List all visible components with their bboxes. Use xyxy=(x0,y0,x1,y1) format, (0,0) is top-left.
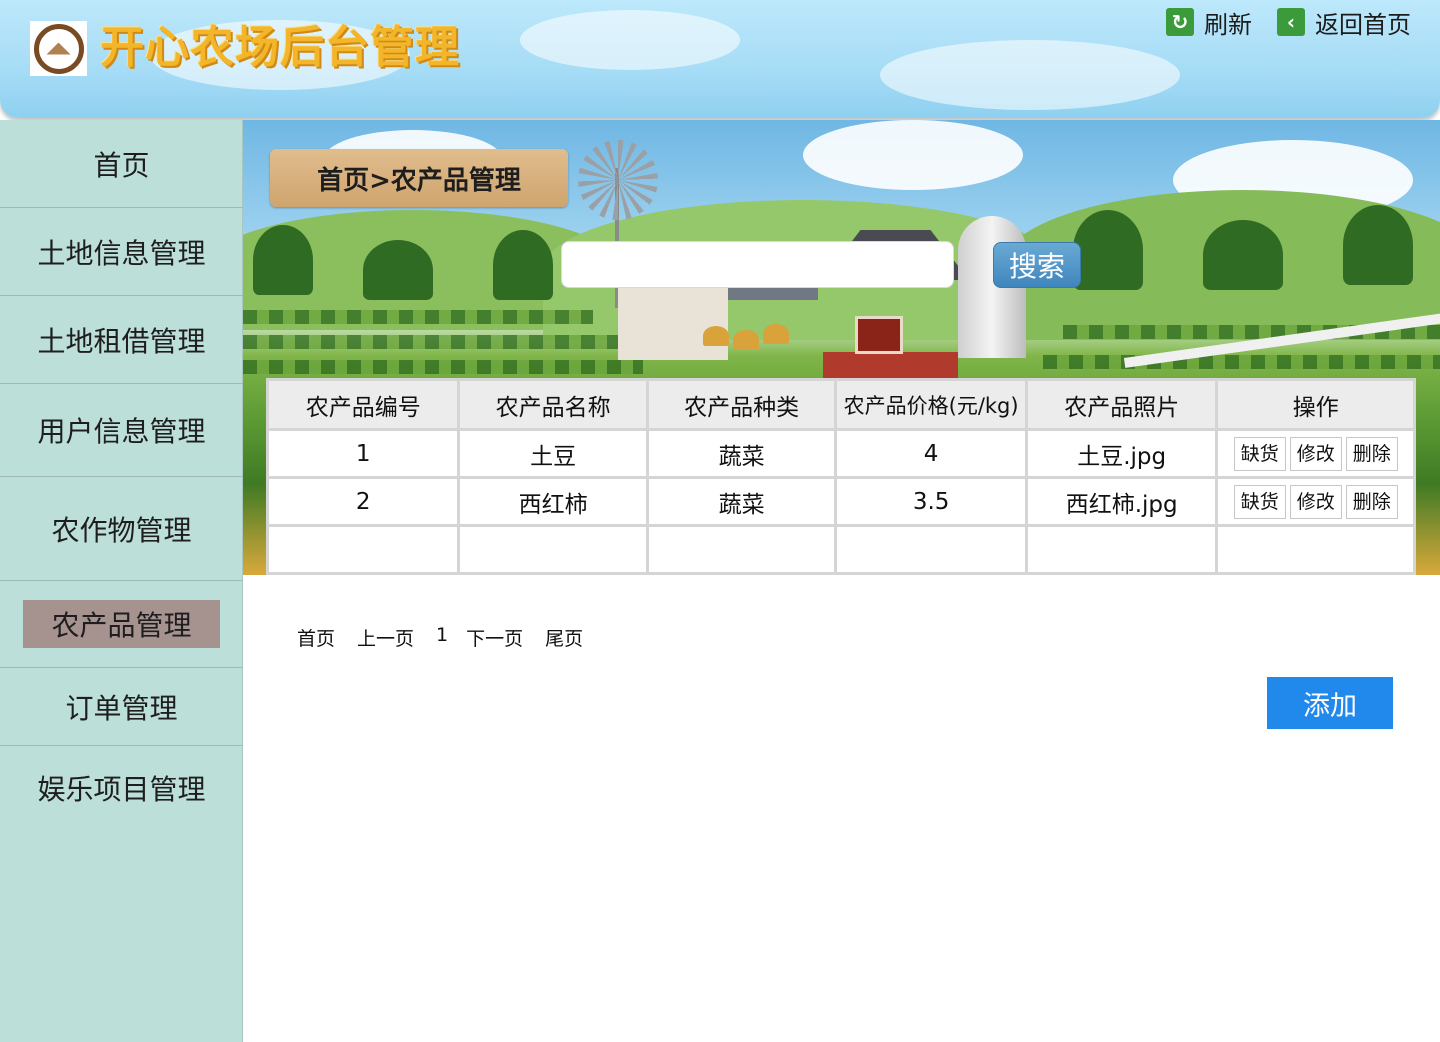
products-table: 农产品编号 农产品名称 农产品种类 农产品价格(元/kg) 农产品照片 操作 1… xyxy=(265,378,1416,575)
table-row: 1 土豆 蔬菜 4 土豆.jpg 缺货 修改 删除 xyxy=(265,428,1416,479)
add-button[interactable]: 添加 xyxy=(1267,677,1393,729)
sidebar-item-home[interactable]: 首页 xyxy=(0,120,243,208)
product-name: 土豆 xyxy=(457,428,649,479)
sidebar-item-label: 农产品管理 xyxy=(23,600,220,648)
sidebar-item-entertainment[interactable]: 娱乐项目管理 xyxy=(0,746,243,830)
header: 开心农场后台管理 ↻ 刷新 ‹ 返回首页 xyxy=(0,0,1440,118)
row-actions: 缺货 修改 删除 xyxy=(1215,428,1416,479)
product-id: 1 xyxy=(265,428,461,479)
farm-logo-icon xyxy=(30,21,87,76)
sidebar-item-orders[interactable]: 订单管理 xyxy=(0,668,243,746)
back-home-link[interactable]: ‹ 返回首页 xyxy=(1277,6,1411,39)
sidebar: 首页 土地信息管理 土地租借管理 用户信息管理 农作物管理 农产品管理 订单管理… xyxy=(0,120,243,1042)
column-header: 操作 xyxy=(1215,378,1416,431)
header-cloud xyxy=(880,40,1180,110)
product-price: 4 xyxy=(834,428,1028,479)
edit-button[interactable]: 修改 xyxy=(1289,484,1342,519)
table-row-empty xyxy=(265,524,1416,575)
sidebar-item-label: 订单管理 xyxy=(65,691,178,725)
product-name: 西红柿 xyxy=(457,476,649,527)
table-row: 2 西红柿 蔬菜 3.5 西红柿.jpg 缺货 修改 删除 xyxy=(265,476,1416,527)
table-header-row: 农产品编号 农产品名称 农产品种类 农产品价格(元/kg) 农产品照片 操作 xyxy=(265,378,1416,431)
empty-cell xyxy=(834,524,1028,575)
last-page-link[interactable]: 尾页 xyxy=(545,624,583,651)
refresh-link[interactable]: ↻ 刷新 xyxy=(1166,6,1252,39)
current-page-number: 1 xyxy=(436,624,449,646)
next-page-link[interactable]: 下一页 xyxy=(466,624,523,651)
sidebar-item-label: 农作物管理 xyxy=(51,513,192,547)
row-actions: 缺货 修改 删除 xyxy=(1215,476,1416,527)
sidebar-item-label: 娱乐项目管理 xyxy=(37,773,206,806)
search-input[interactable] xyxy=(561,241,954,288)
product-type: 蔬菜 xyxy=(645,476,838,527)
empty-cell xyxy=(265,524,461,575)
delete-button[interactable]: 删除 xyxy=(1345,484,1398,519)
sidebar-item-label: 土地租借管理 xyxy=(37,324,206,358)
product-id: 2 xyxy=(265,476,461,527)
sidebar-item-products[interactable]: 农产品管理 xyxy=(0,581,243,668)
sidebar-item-crops[interactable]: 农作物管理 xyxy=(0,477,243,581)
sidebar-item-user-info[interactable]: 用户信息管理 xyxy=(0,384,243,477)
sidebar-item-label: 首页 xyxy=(93,148,150,182)
out-of-stock-button[interactable]: 缺货 xyxy=(1233,436,1286,471)
column-header: 农产品价格(元/kg) xyxy=(834,378,1028,431)
refresh-label: 刷新 xyxy=(1204,10,1252,39)
pagination: 首页 上一页 1 下一页 尾页 xyxy=(297,624,605,651)
first-page-link[interactable]: 首页 xyxy=(297,624,335,651)
column-header: 农产品名称 xyxy=(457,378,649,431)
edit-button[interactable]: 修改 xyxy=(1289,436,1342,471)
product-photo: 西红柿.jpg xyxy=(1024,476,1219,527)
product-type: 蔬菜 xyxy=(645,428,838,479)
sidebar-item-land-rent[interactable]: 土地租借管理 xyxy=(0,296,243,384)
back-arrow-icon: ‹ xyxy=(1277,8,1305,36)
back-home-label: 返回首页 xyxy=(1315,10,1411,39)
delete-button[interactable]: 删除 xyxy=(1345,436,1398,471)
sidebar-item-land-info[interactable]: 土地信息管理 xyxy=(0,208,243,296)
sidebar-item-label: 土地信息管理 xyxy=(37,236,206,270)
empty-cell xyxy=(457,524,649,575)
product-photo: 土豆.jpg xyxy=(1024,428,1219,479)
prev-page-link[interactable]: 上一页 xyxy=(357,624,414,651)
refresh-icon: ↻ xyxy=(1166,8,1194,36)
search-button[interactable]: 搜索 xyxy=(993,242,1081,288)
product-price: 3.5 xyxy=(834,476,1028,527)
column-header: 农产品照片 xyxy=(1024,378,1219,431)
sidebar-item-label: 用户信息管理 xyxy=(37,415,206,448)
empty-cell xyxy=(1215,524,1416,575)
breadcrumb: 首页>农产品管理 xyxy=(270,149,568,207)
empty-cell xyxy=(645,524,838,575)
header-cloud xyxy=(520,10,740,70)
app-title: 开心农场后台管理 xyxy=(100,22,460,73)
column-header: 农产品编号 xyxy=(265,378,461,431)
empty-cell xyxy=(1024,524,1219,575)
column-header: 农产品种类 xyxy=(645,378,838,431)
out-of-stock-button[interactable]: 缺货 xyxy=(1233,484,1286,519)
